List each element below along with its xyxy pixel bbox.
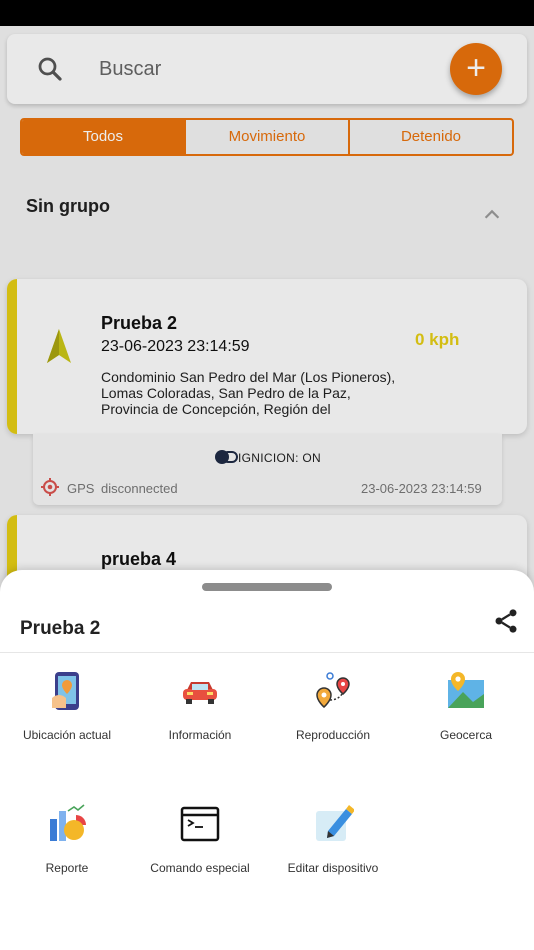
car-icon (183, 682, 217, 704)
device-actions-sheet: Prueba 2 Ubicación actual Información Re… (0, 570, 534, 950)
action-geofence[interactable]: Geocerca (399, 670, 533, 770)
action-label: Reproducción (295, 728, 371, 742)
action-label: Comando especial (150, 861, 250, 875)
action-edit-device[interactable]: Editar dispositivo (266, 803, 400, 903)
share-icon[interactable] (492, 607, 520, 635)
action-playback[interactable]: Reproducción (266, 670, 400, 770)
geofence-map-icon (448, 672, 484, 708)
action-information[interactable]: Información (133, 670, 267, 770)
action-label: Información (168, 728, 232, 742)
route-playback-icon (316, 672, 350, 708)
divider (0, 652, 534, 653)
report-chart-icon (50, 804, 86, 841)
sheet-drag-handle[interactable] (202, 583, 332, 591)
action-label: Geocerca (439, 728, 493, 742)
edit-icon (316, 805, 354, 841)
terminal-icon (180, 806, 220, 842)
sheet-title: Prueba 2 (20, 618, 101, 639)
action-special-command[interactable]: Comando especial (133, 803, 267, 903)
action-label: Reporte (45, 861, 89, 875)
action-current-location[interactable]: Ubicación actual (0, 670, 134, 770)
action-label: Ubicación actual (22, 728, 112, 742)
action-report[interactable]: Reporte (0, 803, 134, 903)
action-label: Editar dispositivo (287, 861, 379, 875)
current-location-icon (52, 672, 79, 710)
